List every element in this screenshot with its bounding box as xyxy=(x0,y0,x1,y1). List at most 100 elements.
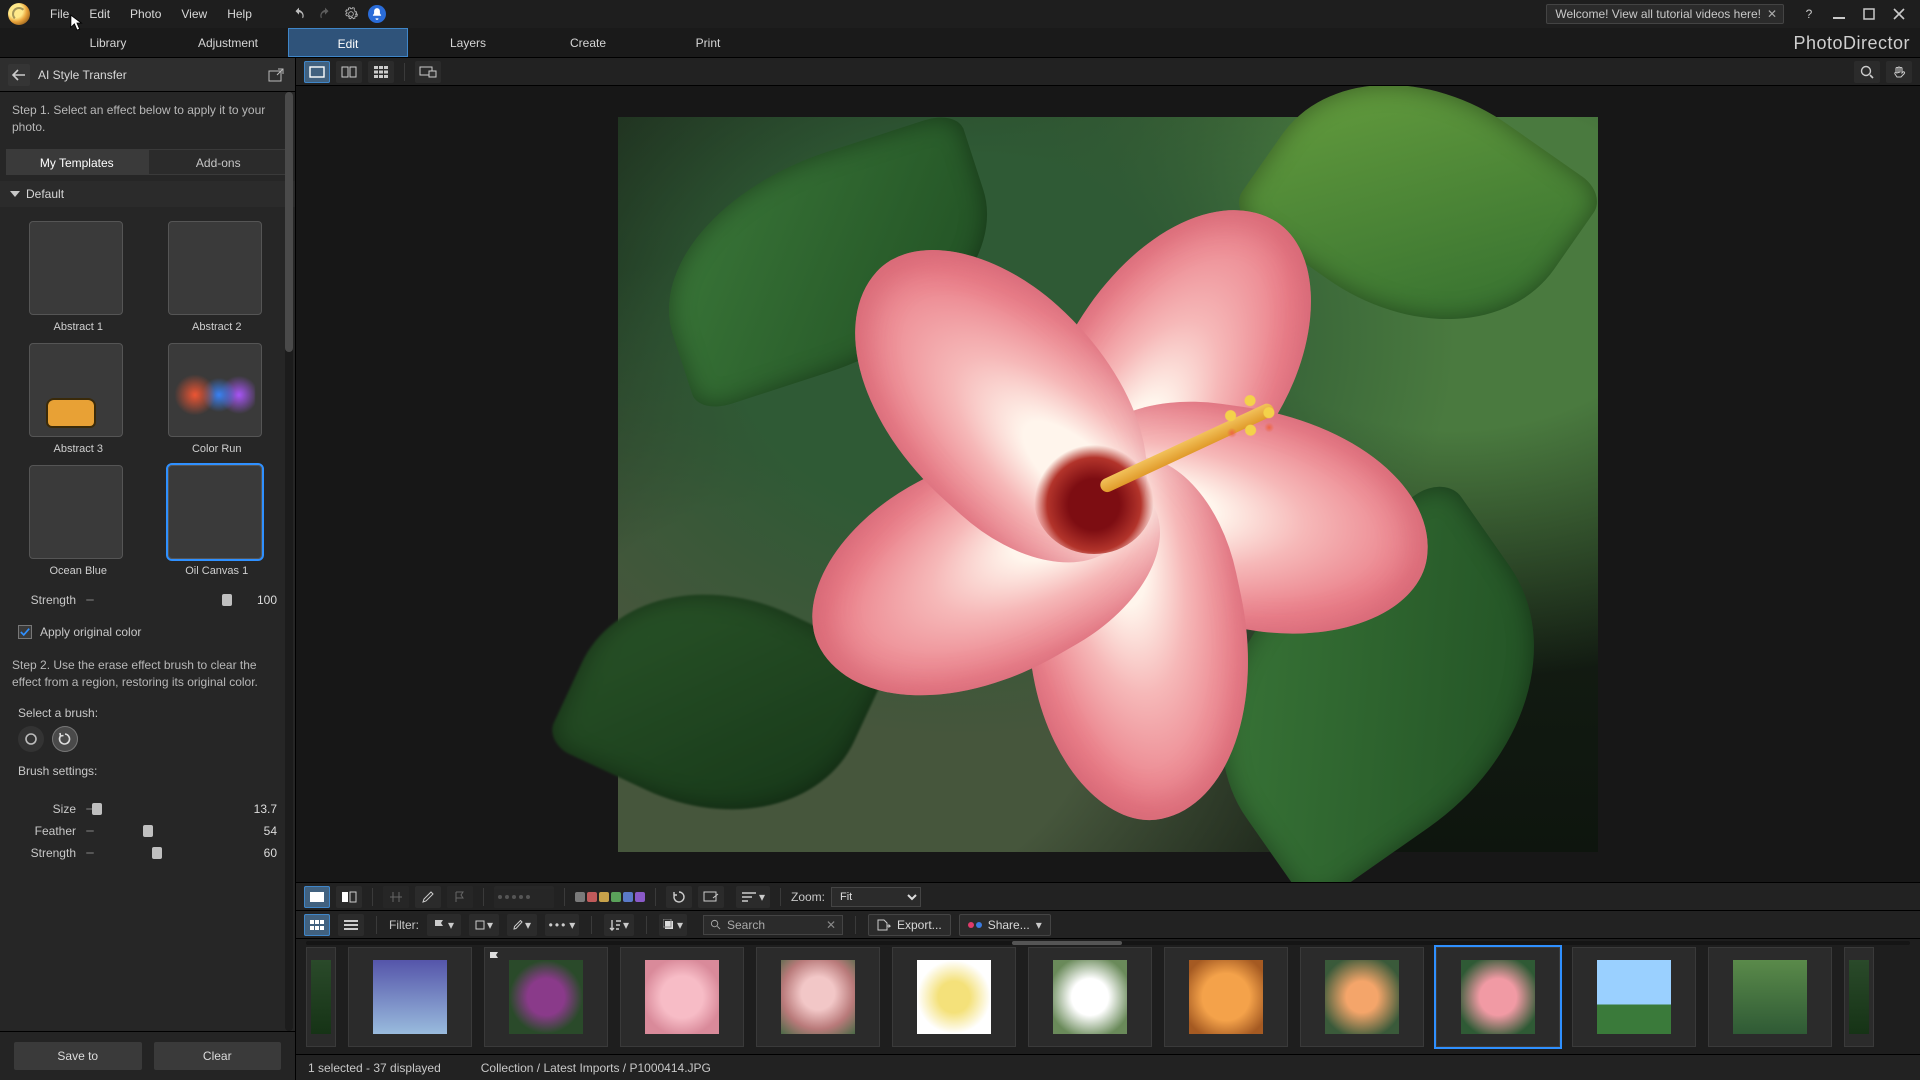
filmstrip-item[interactable] xyxy=(1708,947,1832,1047)
crop-overlay-icon[interactable] xyxy=(698,886,724,908)
style-abstract-3[interactable]: Abstract 3 xyxy=(18,343,139,455)
tab-my-templates[interactable]: My Templates xyxy=(6,149,148,175)
tab-addons[interactable]: Add-ons xyxy=(148,149,290,175)
flag-icon[interactable] xyxy=(447,886,473,908)
filmstrip-scrollbar[interactable] xyxy=(306,941,1910,945)
size-slider[interactable] xyxy=(86,802,227,816)
filmstrip-item[interactable] xyxy=(484,947,608,1047)
tab-adjustment[interactable]: Adjustment xyxy=(168,28,288,57)
filmstrip-item[interactable] xyxy=(348,947,472,1047)
filter-flag-dropdown[interactable]: ▾ xyxy=(427,914,461,936)
pan-tool-icon[interactable] xyxy=(1886,61,1912,83)
menu-file[interactable]: File xyxy=(40,0,79,28)
filter-label-dropdown[interactable]: ▾ xyxy=(469,914,499,936)
export-icon xyxy=(877,919,891,931)
style-ocean-blue[interactable]: Ocean Blue xyxy=(18,465,139,577)
filmstrip-item[interactable] xyxy=(620,947,744,1047)
restore-brush-button[interactable] xyxy=(52,726,78,752)
strength-slider[interactable] xyxy=(86,593,227,607)
tab-library[interactable]: Library xyxy=(48,28,168,57)
rating-stars-icon[interactable] xyxy=(494,886,554,908)
view-compare-icon[interactable] xyxy=(336,61,362,83)
popout-icon[interactable] xyxy=(265,64,287,86)
secondary-display-icon[interactable] xyxy=(415,61,441,83)
help-icon[interactable]: ? xyxy=(1798,3,1820,25)
filter-more-dropdown[interactable]: •••▾ xyxy=(545,914,579,936)
step2-text: Step 2. Use the erase effect brush to cl… xyxy=(0,647,295,702)
feather-value: 54 xyxy=(237,824,277,838)
export-button[interactable]: Export... xyxy=(868,914,951,936)
filmstrip-item[interactable] xyxy=(1572,947,1696,1047)
undo-icon[interactable] xyxy=(286,1,312,27)
menu-view[interactable]: View xyxy=(171,0,217,28)
checkbox-label: Apply original color xyxy=(40,625,141,639)
filmstrip-item[interactable] xyxy=(1844,947,1874,1047)
redo-icon[interactable] xyxy=(312,1,338,27)
search-input[interactable]: Search ✕ xyxy=(703,915,843,935)
view-single-icon[interactable] xyxy=(304,61,330,83)
erase-brush-button[interactable] xyxy=(18,726,44,752)
filter-edit-dropdown[interactable]: ▾ xyxy=(507,914,537,936)
image-viewer[interactable] xyxy=(296,86,1920,882)
apply-original-color-checkbox[interactable]: Apply original color xyxy=(0,617,295,647)
tab-edit[interactable]: Edit xyxy=(288,28,408,57)
status-path: Collection / Latest Imports / P1000414.J… xyxy=(481,1061,711,1075)
section-default[interactable]: Default xyxy=(0,181,295,207)
settings-icon[interactable] xyxy=(338,1,364,27)
tab-print[interactable]: Print xyxy=(648,28,768,57)
rotate-icon[interactable] xyxy=(666,886,692,908)
window-maximize-icon[interactable] xyxy=(1858,3,1880,25)
view-grid-icon[interactable] xyxy=(368,61,394,83)
sort-icon[interactable]: ▾ xyxy=(736,886,770,908)
style-abstract-1[interactable]: Abstract 1 xyxy=(18,221,139,333)
style-oil-canvas-1[interactable]: Oil Canvas 1 xyxy=(157,465,278,577)
window-close-icon[interactable] xyxy=(1888,3,1910,25)
menu-help[interactable]: Help xyxy=(217,0,262,28)
zoom-tool-icon[interactable] xyxy=(1854,61,1880,83)
save-to-button[interactable]: Save to xyxy=(14,1042,142,1070)
mirror-icon[interactable] xyxy=(383,886,409,908)
clear-search-icon[interactable]: ✕ xyxy=(826,918,836,932)
menu-photo[interactable]: Photo xyxy=(120,0,171,28)
strength-label: Strength xyxy=(18,593,76,607)
brush-icon[interactable] xyxy=(415,886,441,908)
share-icon xyxy=(968,922,982,928)
filmstrip-item[interactable] xyxy=(306,947,336,1047)
zoom-select[interactable]: Fit xyxy=(831,887,921,907)
tab-create[interactable]: Create xyxy=(528,28,648,57)
histogram-show-icon[interactable] xyxy=(304,886,330,908)
share-button[interactable]: Share... ▾ xyxy=(959,914,1051,936)
bstrength-slider[interactable] xyxy=(86,846,227,860)
filmstrip[interactable] xyxy=(296,938,1920,1054)
color-label-swatches[interactable] xyxy=(575,892,645,902)
welcome-banner[interactable]: Welcome! View all tutorial videos here!✕ xyxy=(1546,4,1784,24)
menu-edit[interactable]: Edit xyxy=(79,0,120,28)
clear-button[interactable]: Clear xyxy=(154,1042,282,1070)
style-thumb xyxy=(168,221,262,315)
tab-layers[interactable]: Layers xyxy=(408,28,528,57)
module-bar: Library Adjustment Edit Layers Create Pr… xyxy=(0,28,1920,58)
thumb-list-icon[interactable] xyxy=(338,914,364,936)
main-photo xyxy=(618,117,1598,852)
status-selection: 1 selected - 37 displayed xyxy=(308,1061,441,1075)
thumb-size-small-icon[interactable] xyxy=(304,914,330,936)
filmstrip-item[interactable] xyxy=(756,947,880,1047)
back-button[interactable] xyxy=(8,64,30,86)
close-icon[interactable]: ✕ xyxy=(1767,7,1777,21)
scrollbar-thumb[interactable] xyxy=(285,92,293,352)
bstrength-label: Strength xyxy=(18,846,76,860)
style-abstract-2[interactable]: Abstract 2 xyxy=(157,221,278,333)
sort-order-icon[interactable]: ▾ xyxy=(604,914,634,936)
histogram-split-icon[interactable] xyxy=(336,886,362,908)
zoom-label: Zoom: xyxy=(791,890,825,904)
filmstrip-item[interactable] xyxy=(892,947,1016,1047)
filmstrip-item-selected[interactable] xyxy=(1436,947,1560,1047)
stack-icon[interactable]: ▾ xyxy=(659,914,687,936)
filmstrip-item[interactable] xyxy=(1164,947,1288,1047)
notifications-icon[interactable] xyxy=(364,1,390,27)
filmstrip-item[interactable] xyxy=(1028,947,1152,1047)
window-minimize-icon[interactable] xyxy=(1828,3,1850,25)
filmstrip-item[interactable] xyxy=(1300,947,1424,1047)
style-color-run[interactable]: Color Run xyxy=(157,343,278,455)
feather-slider[interactable] xyxy=(86,824,227,838)
